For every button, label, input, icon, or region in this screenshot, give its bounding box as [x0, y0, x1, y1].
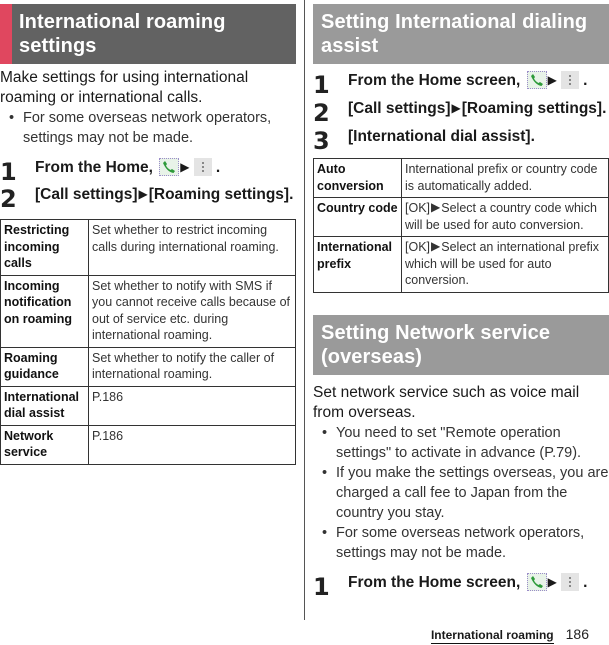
phone-icon	[526, 71, 547, 89]
section-heading-network-service: Setting Network service (overseas)	[313, 314, 609, 375]
arrow-icon: ▶	[547, 73, 557, 87]
step-1: 1 From the Home screen, ▶ .	[313, 71, 609, 97]
section-title: International roaming settings	[19, 11, 226, 57]
table-value: International prefix or country code is …	[401, 158, 609, 198]
table-value: [OK]▶Select an international prefix whic…	[401, 236, 609, 293]
page-footer: International roaming 186	[430, 626, 589, 644]
step-1: 1 From the Home, ▶ .	[0, 158, 296, 184]
step-suffix: .	[211, 159, 221, 176]
menu-icon	[193, 158, 212, 176]
bullet-text: You need to set "Remote operation settin…	[336, 424, 582, 461]
arrow-icon: ▶	[547, 574, 557, 589]
intro-text: Make settings for using international ro…	[0, 69, 249, 106]
step-suffix: .	[578, 72, 588, 89]
right-column: Setting International dialing assist 1 F…	[313, 0, 609, 599]
table-row: International prefix [OK]▶Select an inter…	[313, 236, 609, 293]
bullet-dot: •	[322, 524, 328, 541]
section-title: Setting International dialing assist	[321, 11, 588, 57]
table-key: Country code	[313, 197, 402, 237]
note-bullet: • For some overseas network operators, s…	[0, 108, 296, 148]
menu-icon	[560, 572, 579, 591]
step-text: From the Home screen,	[348, 573, 525, 591]
table-row: Auto conversion International prefix or c…	[313, 158, 609, 198]
arrow-icon: ▶	[138, 187, 148, 201]
table-row: Country code [OK]▶Select a country code w…	[313, 197, 609, 237]
phone-icon	[159, 158, 180, 176]
table-key: Roaming guidance	[0, 346, 89, 387]
note-bullet: • For some overseas network operators, s…	[313, 523, 609, 563]
table-row: Network service P.186	[0, 424, 296, 465]
table-value: Set whether to restrict incoming calls d…	[88, 219, 296, 276]
step-text: [International dial assist].	[348, 128, 535, 145]
step-number: 2	[313, 99, 330, 127]
step-3: 3 [International dial assist].	[313, 127, 609, 153]
bullet-text: If you make the settings overseas, you a…	[336, 464, 609, 521]
step-suffix: .	[578, 573, 588, 591]
step-text: [Roaming settings].	[461, 100, 607, 117]
table-key: Auto conversion	[313, 158, 402, 198]
bullet-text: For some overseas network operators, set…	[336, 524, 585, 561]
bullet-dot: •	[322, 464, 328, 481]
page-reference-link[interactable]: P.186	[88, 424, 296, 465]
page-reference-link[interactable]: P.186	[88, 385, 296, 426]
step-text: [Call settings]	[35, 186, 138, 203]
step-2: 2 [Call settings]▶[Roaming settings].	[0, 185, 296, 211]
bullet-text: For some overseas network operators, set…	[23, 110, 272, 146]
bullet-dot: •	[9, 110, 15, 126]
step-text: From the Home screen,	[348, 72, 525, 89]
intro-text: Set network service such as voice mail f…	[313, 383, 580, 421]
step-number: 1	[313, 71, 330, 99]
table-row: Incoming notification on roaming Set whet…	[0, 274, 296, 348]
note-bullet: • If you make the settings overseas, you…	[313, 463, 609, 523]
table-value: Set whether to notify with SMS if you ca…	[88, 274, 296, 348]
ok-label: [OK]	[405, 240, 431, 254]
arrow-icon: ▶	[180, 160, 190, 174]
phone-icon	[526, 572, 547, 591]
section-title: Setting Network service (overseas)	[321, 321, 551, 368]
section-heading-roaming-settings: International roaming settings	[0, 4, 296, 64]
step-number: 1	[313, 572, 330, 601]
step-text: From the Home,	[35, 159, 158, 176]
table-key: Restricting incoming calls	[0, 219, 89, 276]
step-2: 2 [Call settings]▶[Roaming settings].	[313, 99, 609, 125]
left-column: International roaming settings Make sett…	[0, 0, 296, 465]
arrow-icon: ▶	[451, 101, 461, 115]
page-number: 186	[565, 626, 589, 642]
roaming-settings-table: Restricting incoming calls Set whether to…	[0, 219, 296, 465]
step-text: [Roaming settings].	[148, 186, 294, 203]
column-divider	[304, 0, 305, 620]
table-key: Incoming notification on roaming	[0, 274, 89, 348]
menu-icon	[560, 71, 579, 89]
table-key: International prefix	[313, 236, 402, 293]
footer-section-title: International roaming	[430, 628, 554, 644]
step-number: 3	[313, 127, 330, 155]
bullet-dot: •	[322, 424, 328, 441]
table-value: [OK]▶Select a country code which will be…	[401, 197, 609, 237]
table-row: Restricting incoming calls Set whether to…	[0, 219, 296, 276]
step-number: 2	[0, 185, 17, 213]
ok-label: [OK]	[405, 201, 431, 215]
table-key: Network service	[0, 424, 89, 465]
section-heading-dial-assist: Setting International dialing assist	[313, 4, 609, 64]
dial-assist-table: Auto conversion International prefix or c…	[313, 158, 609, 293]
step-text: [Call settings]	[348, 100, 451, 117]
table-row: Roaming guidance Set whether to notify th…	[0, 346, 296, 387]
arrow-icon: ▶	[431, 239, 441, 253]
note-bullet: • You need to set "Remote operation sett…	[313, 423, 609, 463]
table-value: Set whether to notify the caller of inte…	[88, 346, 296, 387]
step-1: 1 From the Home screen, ▶ .	[313, 572, 609, 599]
step-number: 1	[0, 158, 17, 186]
table-row: International dial assist P.186	[0, 385, 296, 426]
table-key: International dial assist	[0, 385, 89, 426]
arrow-icon: ▶	[431, 200, 441, 214]
